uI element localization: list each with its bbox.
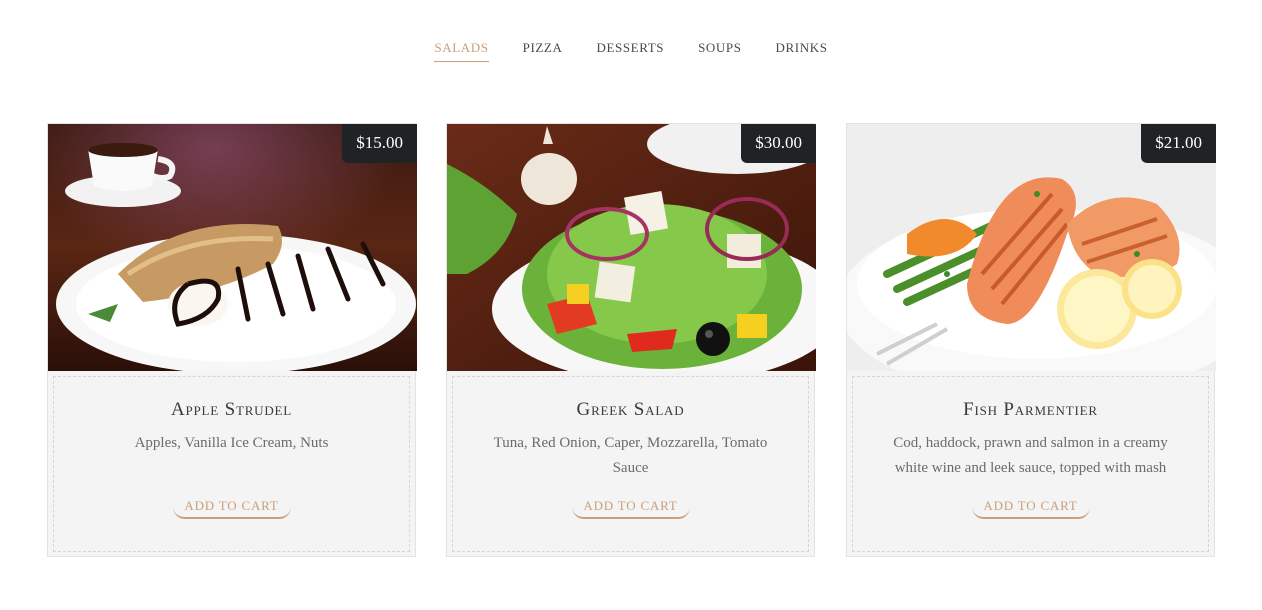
tab-soups[interactable]: SOUPS bbox=[698, 40, 741, 62]
product-description: Tuna, Red Onion, Caper, Mozzarella, Toma… bbox=[493, 435, 768, 476]
tab-drinks[interactable]: DRINKS bbox=[776, 40, 828, 62]
fish-parmentier-photo[interactable]: $21.00 bbox=[847, 124, 1216, 371]
category-tabs: SALADS PIZZA DESSERTS SOUPS DRINKS bbox=[0, 40, 1262, 62]
product-name[interactable]: Fish Parmentier bbox=[853, 399, 1208, 421]
product-description: Cod, haddock, prawn and salmon in a crea… bbox=[893, 435, 1168, 476]
price-badge: $15.00 bbox=[342, 124, 417, 163]
price-badge: $30.00 bbox=[741, 124, 816, 163]
add-to-cart-button[interactable]: ADD TO CART bbox=[172, 497, 291, 519]
product-description: Apples, Vanilla Ice Cream, Nuts bbox=[134, 435, 329, 451]
apple-strudel-photo[interactable]: $15.00 bbox=[48, 124, 417, 371]
tab-salads[interactable]: SALADS bbox=[434, 40, 489, 62]
product-card-fish-parmentier: $21.00 Fish Parmentier Cod, haddock, pra… bbox=[846, 123, 1216, 557]
add-to-cart-button[interactable]: ADD TO CART bbox=[571, 497, 690, 519]
product-card-greek-salad: $30.00 Greek Salad Tuna, Red Onion, Cape… bbox=[446, 123, 816, 557]
greek-salad-photo[interactable]: $30.00 bbox=[447, 124, 816, 371]
card-body: Apple Strudel Apples, Vanilla Ice Cream,… bbox=[53, 376, 410, 552]
card-body: Greek Salad Tuna, Red Onion, Caper, Mozz… bbox=[452, 376, 809, 552]
product-name[interactable]: Apple Strudel bbox=[54, 399, 409, 421]
add-to-cart-button[interactable]: ADD TO CART bbox=[971, 497, 1090, 519]
product-name[interactable]: Greek Salad bbox=[453, 399, 808, 421]
tab-desserts[interactable]: DESSERTS bbox=[596, 40, 664, 62]
tab-pizza[interactable]: PIZZA bbox=[523, 40, 563, 62]
product-card-apple-strudel: $15.00 Apple Strudel Apples, Vanilla Ice… bbox=[47, 123, 417, 557]
price-badge: $21.00 bbox=[1141, 124, 1216, 163]
card-body: Fish Parmentier Cod, haddock, prawn and … bbox=[852, 376, 1209, 552]
